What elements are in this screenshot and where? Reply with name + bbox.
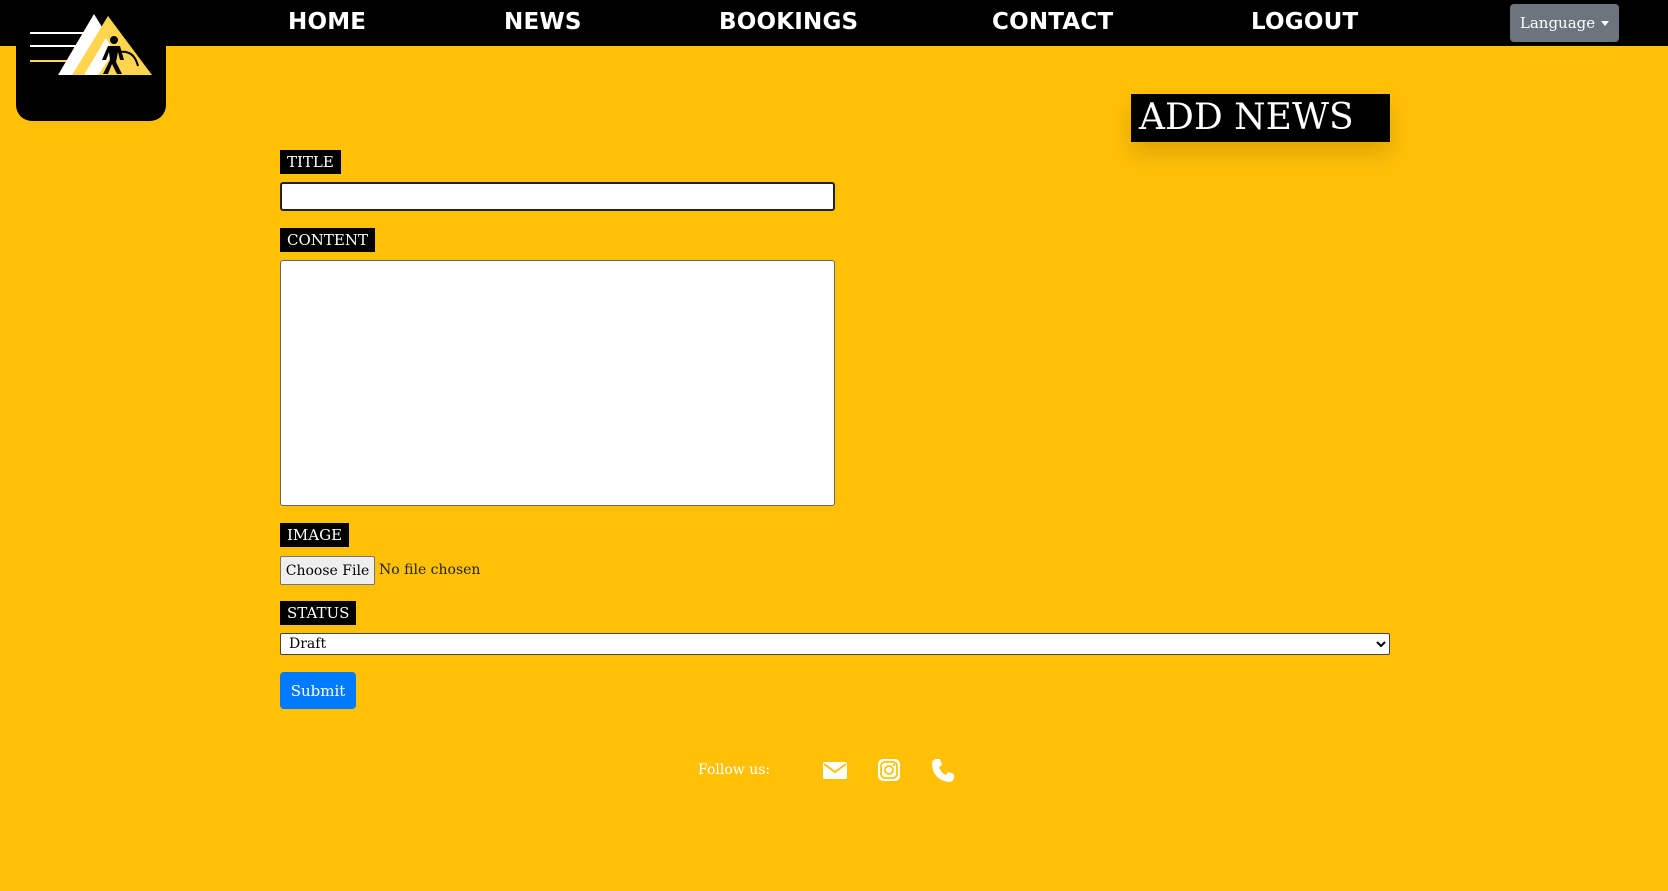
envelope-icon[interactable] <box>820 755 850 785</box>
follow-us-label: Follow us: <box>698 762 771 778</box>
nav-link-logout[interactable]: LOGOUT <box>1251 0 1358 46</box>
nav-link-bookings[interactable]: BOOKINGS <box>719 0 858 46</box>
top-navbar: HOME NEWS BOOKINGS CONTACT LOGOUT Langua… <box>0 0 1668 46</box>
nav-link-contact[interactable]: CONTACT <box>992 0 1113 46</box>
nav-link-news[interactable]: NEWS <box>504 0 582 46</box>
file-status-text: No file chosen <box>379 562 481 578</box>
instagram-icon[interactable] <box>874 755 904 785</box>
choose-file-button[interactable]: Choose File <box>280 556 375 585</box>
status-label: STATUS <box>280 601 357 625</box>
title-input[interactable] <box>280 182 835 211</box>
title-label: TITLE <box>280 150 341 174</box>
submit-button[interactable]: Submit <box>280 672 356 709</box>
page-title: ADD NEWS <box>1131 94 1390 142</box>
nav-link-home[interactable]: HOME <box>288 0 366 46</box>
logo-mountain-icon <box>30 14 152 75</box>
caret-down-icon <box>1601 21 1610 26</box>
content-textarea[interactable] <box>280 260 835 506</box>
language-button-label: Language <box>1519 14 1596 32</box>
content-label: CONTENT <box>280 228 375 252</box>
site-logo[interactable] <box>16 0 166 121</box>
phone-icon[interactable] <box>928 755 958 785</box>
language-dropdown-button[interactable]: Language <box>1510 4 1619 42</box>
status-select[interactable]: Draft <box>280 633 1390 655</box>
image-label: IMAGE <box>280 523 350 547</box>
